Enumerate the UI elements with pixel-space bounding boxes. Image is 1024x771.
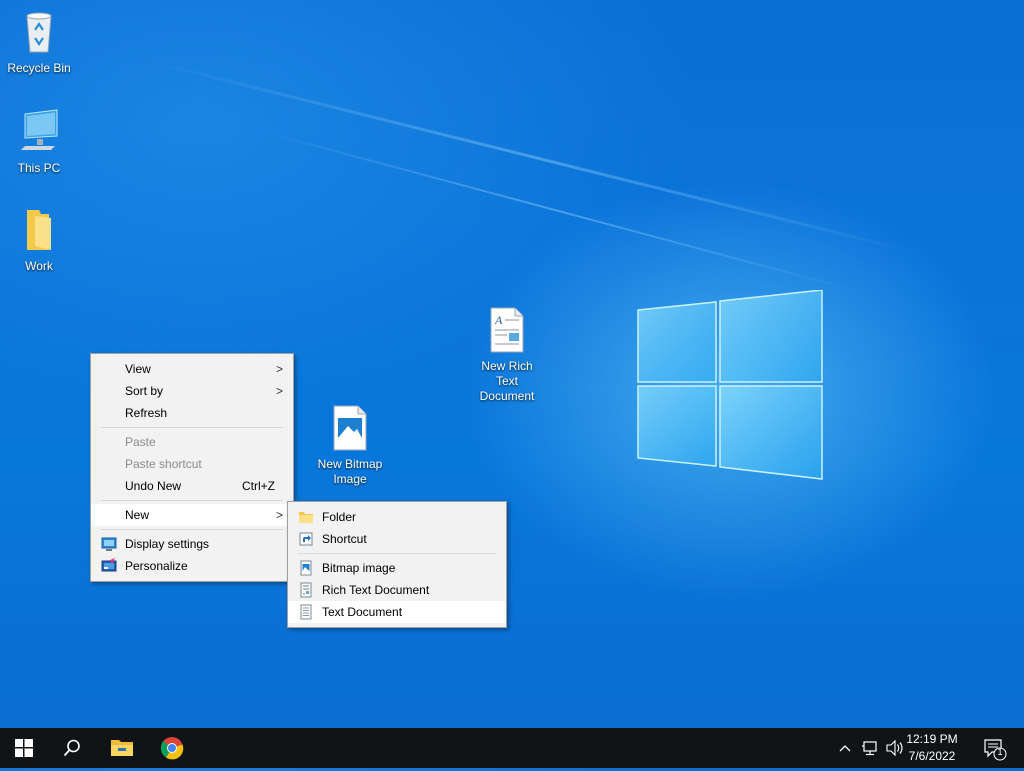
menu-item-label: New	[125, 508, 150, 522]
notifications-icon	[984, 739, 1007, 761]
action-center-button[interactable]: 1	[980, 728, 1010, 768]
menu-item-label: Shortcut	[322, 532, 367, 546]
network-tray-button[interactable]	[861, 728, 883, 768]
menu-item-paste[interactable]: Paste	[91, 431, 293, 453]
menu-item-label: Sort by	[125, 384, 164, 398]
notification-count-badge: 1	[997, 747, 1003, 757]
chrome-icon	[160, 737, 184, 760]
desktop-icon-this-pc[interactable]: This PC	[1, 108, 77, 176]
start-icon	[15, 739, 33, 757]
personalize-icon	[101, 558, 117, 572]
menu-item-label: Refresh	[125, 406, 168, 420]
desktop-icon-label: New Rich Text Document	[479, 359, 535, 403]
menu-item-label: Rich Text Document	[322, 583, 430, 597]
menu-item-label: View	[125, 362, 151, 376]
desktop-icon-label: Recycle Bin	[7, 61, 71, 75]
clock-date: 7/6/2022	[908, 749, 956, 763]
desktop-icon-new-rich-text-document[interactable]: A New Rich Text Document	[469, 306, 545, 404]
shortcut-icon	[299, 532, 313, 546]
desktop-context-menu: View > Sort by > Refresh Paste Paste sho…	[90, 353, 294, 582]
menu-separator	[101, 427, 283, 428]
windows-logo	[637, 290, 823, 480]
menu-item-label: Paste shortcut	[125, 457, 202, 471]
submenu-item-bitmap-image[interactable]: Bitmap image	[288, 557, 506, 579]
menu-item-refresh[interactable]: Refresh	[91, 402, 293, 424]
menu-item-label: Bitmap image	[322, 561, 396, 575]
search-button[interactable]	[48, 728, 96, 768]
network-icon	[862, 741, 877, 756]
start-button[interactable]	[0, 728, 48, 768]
light-beam	[259, 130, 860, 293]
desktop-icon-recycle-bin[interactable]: Recycle Bin	[1, 8, 77, 76]
search-icon	[63, 739, 80, 757]
desktop-icon-label: New Bitmap Image	[317, 457, 383, 486]
desktop-icon-label: Work	[25, 259, 53, 273]
menu-item-view[interactable]: View >	[91, 358, 293, 380]
text-document-icon	[300, 604, 312, 620]
menu-item-paste-shortcut[interactable]: Paste shortcut	[91, 453, 293, 475]
menu-item-label: Text Document	[322, 605, 403, 619]
submenu-item-folder[interactable]: Folder	[288, 506, 506, 528]
menu-separator	[101, 529, 283, 530]
bitmap-image-icon	[333, 405, 367, 451]
chevron-right-icon: >	[275, 362, 283, 376]
rich-text-document-icon	[300, 582, 312, 598]
submenu-item-text-document[interactable]: Text Document	[288, 601, 506, 623]
menu-item-label: Display settings	[125, 537, 210, 551]
desktop-icon-work[interactable]: Work	[1, 206, 77, 274]
display-settings-icon	[101, 537, 117, 551]
menu-item-label: Personalize	[125, 559, 188, 573]
submenu-item-shortcut[interactable]: Shortcut	[288, 528, 506, 550]
menu-item-display-settings[interactable]: Display settings	[91, 533, 293, 555]
clock-time: 12:19 PM	[906, 732, 958, 746]
menu-item-new[interactable]: New >	[91, 504, 293, 526]
svg-text:A: A	[494, 313, 503, 327]
rich-text-document-icon: A	[490, 307, 524, 353]
taskbar: 12:19 PM 7/6/2022 1	[0, 728, 1024, 768]
desktop-icon-label: This PC	[17, 161, 61, 175]
menu-separator	[298, 553, 496, 554]
menu-separator	[101, 500, 283, 501]
light-beam	[149, 60, 927, 257]
submenu-item-rich-text-document[interactable]: Rich Text Document	[288, 579, 506, 601]
menu-item-shortcut: Ctrl+Z	[242, 479, 275, 493]
menu-item-label: Folder	[322, 510, 357, 524]
chrome-button[interactable]	[148, 728, 196, 768]
bitmap-image-icon	[300, 560, 312, 576]
menu-item-label: Undo New	[125, 479, 182, 493]
menu-item-personalize[interactable]: Personalize	[91, 555, 293, 577]
new-submenu: Folder Shortcut Bitmap image Rich Text D…	[287, 501, 507, 628]
menu-item-sort-by[interactable]: Sort by >	[91, 380, 293, 402]
chevron-right-icon: >	[275, 508, 283, 522]
file-explorer-icon	[111, 740, 133, 756]
file-explorer-button[interactable]	[98, 728, 146, 768]
folder-icon	[27, 210, 51, 250]
menu-item-label: Paste	[125, 435, 156, 449]
taskbar-clock[interactable]: 12:19 PM 7/6/2022	[900, 731, 964, 765]
recycle-bin-icon	[26, 12, 52, 53]
chevron-right-icon: >	[275, 384, 283, 398]
desktop-icon-new-bitmap-image[interactable]: New Bitmap Image	[312, 404, 388, 487]
menu-item-undo-new[interactable]: Undo New Ctrl+Z	[91, 475, 293, 497]
folder-icon	[299, 512, 313, 523]
computer-icon	[21, 109, 58, 150]
chevron-up-icon	[839, 745, 851, 752]
show-hidden-icons-button[interactable]	[838, 728, 856, 768]
